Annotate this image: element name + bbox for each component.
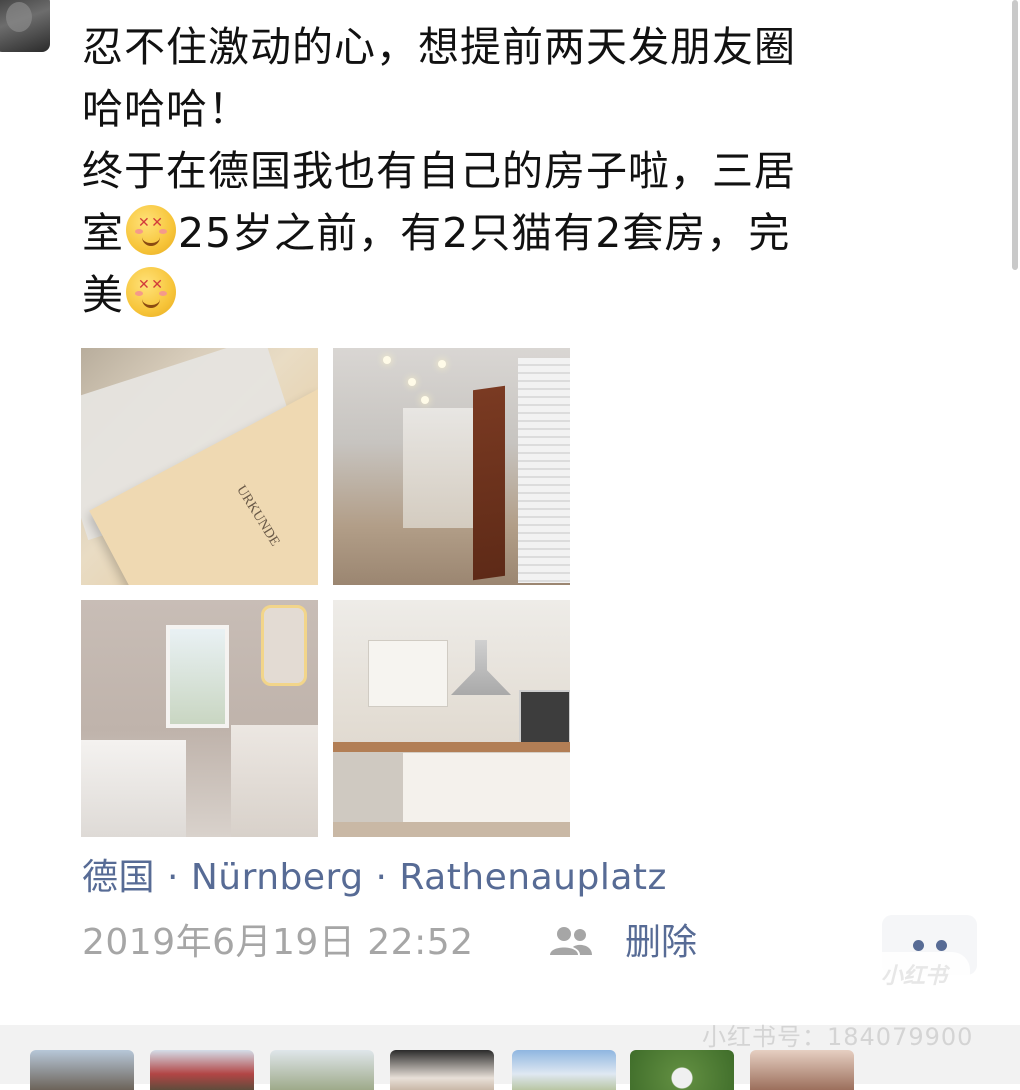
avatar[interactable] [0, 0, 50, 52]
post-text-line: 美 [82, 264, 982, 326]
ceiling-light [438, 360, 446, 368]
countertop-shape [333, 742, 570, 752]
like-avatar-thumbnail[interactable] [30, 1050, 134, 1090]
cabinet-shape [368, 640, 448, 707]
more-dots-icon [935, 939, 947, 951]
location-link[interactable]: 德国 · Nürnberg · Rathenauplatz [82, 855, 667, 901]
delete-button[interactable]: 删除 [625, 920, 697, 966]
timestamp: 2019年6月19日 22:52 [82, 922, 474, 963]
range-hood-shape [451, 640, 511, 695]
post-text-segment: 室 [82, 209, 124, 257]
people-icon[interactable] [547, 925, 595, 957]
vanity-shape [231, 725, 318, 837]
post-text-line: 室 25岁之前，有2只猫有2套房，完 [82, 202, 982, 264]
ceiling-light [408, 378, 416, 386]
window-shape [166, 625, 229, 728]
like-avatar-thumbnail[interactable] [390, 1050, 494, 1090]
ceiling-light [421, 396, 429, 404]
like-avatar-thumbnail[interactable] [150, 1050, 254, 1090]
hallway-photo[interactable] [333, 348, 570, 585]
post-text-line: 忍不住激动的心，想提前两天发朋友圈 [82, 23, 796, 71]
post-text-line: 终于在德国我也有自己的房子啦，三居 [82, 147, 796, 195]
bathtub-shape [81, 740, 186, 837]
like-avatar-thumbnail[interactable] [750, 1050, 854, 1090]
closet-shape [518, 358, 570, 583]
watermark-logo: 小红书 [858, 952, 970, 1002]
post-text-line: 哈哈哈！ [82, 85, 250, 133]
post-text: 忍不住激动的心，想提前两天发朋友圈 哈哈哈！ 终于在德国我也有自己的房子啦，三居… [82, 16, 982, 326]
more-dots-icon [912, 939, 924, 951]
ceiling-light [383, 356, 391, 364]
like-avatar-thumbnail[interactable] [512, 1050, 616, 1090]
bathroom-photo[interactable] [81, 600, 318, 837]
watermark-id-text: 小红书号：184079900 [702, 1023, 974, 1051]
scrollbar-thumb[interactable] [1012, 0, 1018, 270]
smiling-face-with-heart-eyes-icon [126, 267, 176, 317]
smiling-face-with-heart-eyes-icon [126, 205, 176, 255]
like-avatar-thumbnail[interactable] [630, 1050, 734, 1090]
hallway-shape [403, 408, 473, 528]
scrollbar[interactable] [1010, 0, 1020, 270]
floor-shape [333, 822, 570, 837]
door-shape [473, 385, 505, 581]
mirror-shape [261, 605, 307, 686]
kitchen-photo[interactable] [333, 600, 570, 837]
post-text-segment: 25岁之前，有2只猫有2套房，完 [178, 209, 791, 257]
like-avatar-thumbnail[interactable] [270, 1050, 374, 1090]
lower-cabinet-shape [403, 752, 570, 823]
urkunde-document-photo[interactable]: URKUNDE [81, 348, 318, 585]
oven-shape [519, 690, 570, 746]
post-text-segment: 美 [82, 271, 124, 319]
